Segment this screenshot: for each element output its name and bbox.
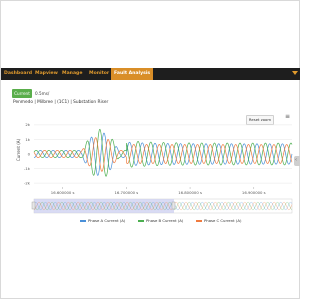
legend-swatch-phase-c: [196, 220, 202, 222]
nav-dashboard[interactable]: Dashboard: [4, 68, 32, 80]
hamburger-menu-icon[interactable]: ≡: [285, 114, 290, 120]
legend-phase-b[interactable]: Phase B Current (A): [138, 218, 183, 224]
nav-manage[interactable]: Manage: [62, 68, 82, 80]
legend-swatch-phase-a: [80, 220, 86, 222]
panel-collapse-handle[interactable]: ‹: [294, 156, 300, 166]
asset-breadcrumb: Penmedo | Milbree | (1C1) | Substation R…: [13, 100, 109, 105]
legend-swatch-phase-b: [138, 220, 144, 222]
current-button[interactable]: Current: [12, 89, 32, 98]
legend-phase-a[interactable]: Phase A Current (A): [80, 218, 125, 224]
legend-phase-c[interactable]: Phase C Current (A): [196, 218, 241, 224]
chevron-left-icon: ‹: [295, 157, 297, 163]
chart-legend: Phase A Current (A) Phase B Current (A) …: [60, 218, 290, 224]
nav-dropdown-caret-icon[interactable]: [292, 71, 298, 75]
top-navbar: Dashboard Mapview Manage Monitor Fault A…: [1, 68, 300, 80]
reset-zoom-button[interactable]: Reset zoom: [246, 115, 274, 125]
nav-monitor[interactable]: Monitor: [89, 68, 109, 80]
time-scale-button[interactable]: 0.5ms/: [35, 89, 55, 98]
nav-mapview[interactable]: Mapview: [35, 68, 58, 80]
nav-fault-analysis[interactable]: Fault Analysis: [111, 68, 154, 80]
